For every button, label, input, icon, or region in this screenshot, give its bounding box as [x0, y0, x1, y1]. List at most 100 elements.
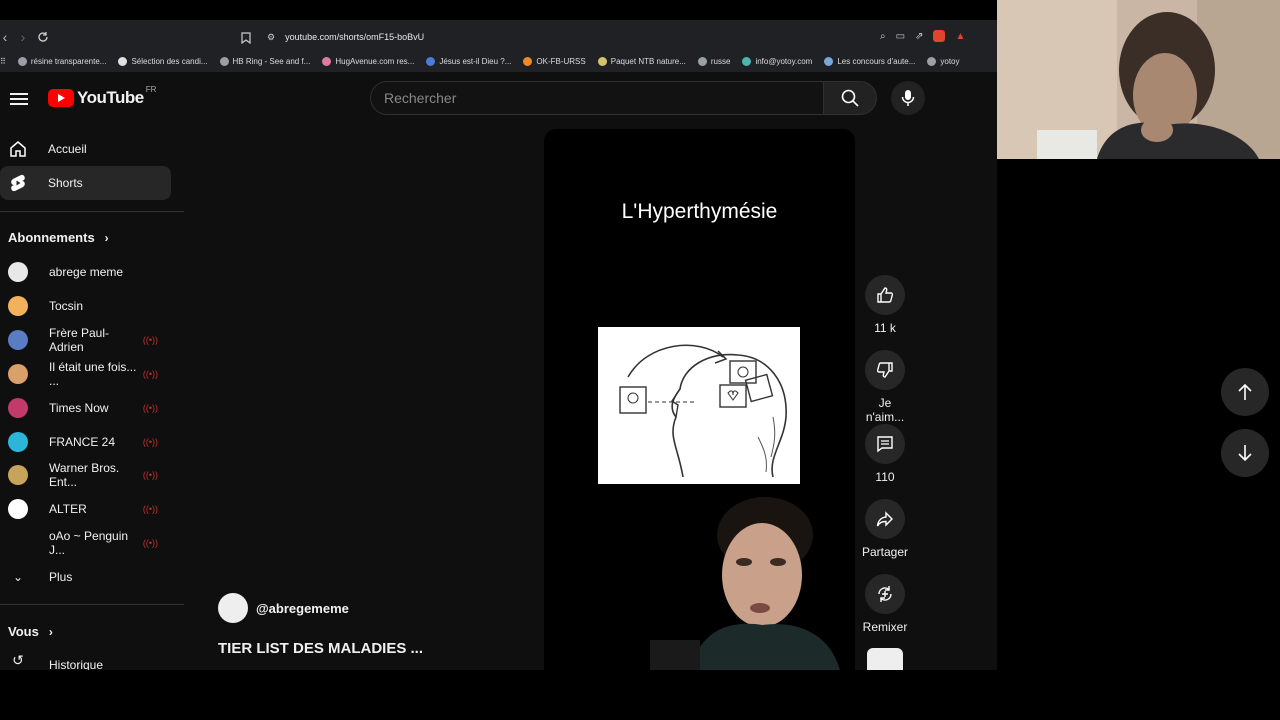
brave-shield-icon[interactable]: [933, 30, 946, 42]
divider: [0, 604, 184, 605]
bookmark-label: Jésus est-il Dieu ?...: [439, 56, 512, 66]
bookmark-item[interactable]: OK-FB-URSS: [523, 56, 586, 66]
subscription-item[interactable]: Warner Bros. Ent... ((•)): [8, 461, 176, 490]
comment-icon: [865, 424, 905, 464]
bookmark-item[interactable]: résine transparente...: [17, 56, 106, 66]
search-icon: [841, 89, 859, 107]
sidebar-item-label: Shorts: [48, 176, 83, 190]
live-icon: ((•)): [142, 368, 158, 379]
microphone-icon: [901, 90, 915, 106]
live-icon: ((•)): [142, 334, 158, 345]
channel-avatar: [8, 295, 28, 316]
subscription-item[interactable]: oAo ~ Penguin J... ((•)): [8, 529, 176, 558]
back-icon[interactable]: ‹: [0, 28, 14, 46]
bookmark-label: Sélection des candi...: [131, 56, 208, 66]
channel-link[interactable]: @abregememe: [218, 593, 349, 623]
subscription-label: ALTER: [49, 502, 87, 517]
bookmark-item[interactable]: Sélection des candi...: [118, 56, 208, 66]
zoom-icon[interactable]: ⌕: [880, 31, 886, 42]
bookmark-label: russe: [710, 56, 731, 66]
search-input[interactable]: Rechercher: [370, 81, 824, 115]
video-overlay-title: L'Hyperthymésie: [621, 200, 778, 223]
share-arrow-icon: [865, 499, 905, 539]
webcam-overlay: [997, 0, 1280, 159]
bookmark-favicon-icon: [17, 56, 27, 66]
bookmark-item[interactable]: HugAvenue.com res...: [322, 56, 414, 66]
voice-search-button[interactable]: [891, 81, 925, 115]
history-icon: ↺: [12, 652, 24, 668]
brave-rewards-icon[interactable]: ▲: [955, 31, 965, 42]
search-button[interactable]: [823, 81, 877, 115]
bookmark-label: Paquet NTB nature...: [610, 56, 686, 66]
youtube-play-icon: [48, 89, 74, 107]
chevron-right-icon: ›: [104, 230, 109, 245]
bookmark-item[interactable]: yotoy: [927, 56, 960, 66]
chevron-right-icon: ›: [48, 624, 53, 639]
bookmark-label: Les concours d'aute...: [837, 56, 916, 66]
subscription-label: Il était une fois... ...: [49, 359, 137, 388]
channel-avatar: [8, 329, 28, 350]
subscription-item[interactable]: Frère Paul-Adrien ((•)): [8, 326, 176, 354]
bookmark-item[interactable]: HB Ring - See and f...: [219, 56, 310, 66]
menu-icon[interactable]: [10, 90, 28, 106]
previous-short-button[interactable]: [1221, 368, 1269, 416]
divider: [0, 211, 184, 212]
subscription-item[interactable]: Tocsin: [8, 293, 176, 319]
cast-icon[interactable]: ▭: [896, 31, 905, 42]
show-more-label: Plus: [49, 570, 73, 584]
comments-button[interactable]: 110: [860, 424, 910, 484]
remix-button[interactable]: Remixer: [860, 574, 910, 634]
bookmark-item[interactable]: Paquet NTB nature...: [597, 56, 686, 66]
comment-count: 110: [875, 470, 895, 484]
chevron-down-icon: ⌄: [12, 570, 24, 584]
subscriptions-header[interactable]: Abonnements ›: [8, 230, 109, 245]
live-icon: ((•)): [142, 470, 158, 481]
sidebar-item-shorts[interactable]: Shorts: [0, 166, 171, 200]
sidebar-item-history[interactable]: ↺ Historique: [8, 652, 176, 670]
channel-avatar: [8, 465, 28, 486]
like-button[interactable]: 11 k: [860, 275, 910, 335]
subscription-item[interactable]: abrege meme: [8, 259, 176, 285]
live-icon: ((•)): [142, 436, 158, 447]
site-settings-icon[interactable]: ⚙: [267, 32, 275, 43]
reload-icon[interactable]: [34, 28, 52, 46]
bookmark-label: yotoy: [940, 56, 960, 66]
subscription-label: FRANCE 24: [49, 434, 116, 449]
sidebar-item-home[interactable]: Accueil: [0, 132, 171, 166]
bookmark-item[interactable]: info@yotoy.com: [742, 56, 812, 66]
thumbs-up-icon: [865, 275, 905, 315]
subscription-item[interactable]: FRANCE 24 ((•)): [8, 429, 176, 455]
bookmark-item[interactable]: Jésus est-il Dieu ?...: [426, 56, 512, 66]
live-icon: ((•)): [142, 538, 158, 549]
subscription-item[interactable]: Times Now ((•)): [8, 395, 176, 421]
subscription-item[interactable]: ALTER ((•)): [8, 496, 176, 522]
you-header[interactable]: Vous ›: [8, 624, 53, 639]
dislike-button[interactable]: Je n'aim...: [860, 350, 910, 424]
channel-avatar: [8, 533, 28, 554]
bookmark-favicon-icon: [322, 56, 332, 66]
subscription-label: Warner Bros. Ent...: [49, 461, 120, 490]
youtube-logo[interactable]: YouTube FR: [48, 85, 156, 108]
bookmark-favicon-icon: [219, 56, 229, 66]
bookmark-favicon-icon: [824, 56, 834, 66]
subscription-label: oAo ~ Penguin J...: [49, 529, 129, 558]
dislike-label: Je n'aim...: [865, 396, 905, 424]
browser-actions: ⌕ ▭ ⇗ ▲: [880, 30, 965, 42]
next-short-button[interactable]: [1221, 429, 1269, 477]
url-text: youtube.com/shorts/omF15-boBvU: [285, 32, 425, 42]
live-icon: ((•)): [142, 504, 158, 515]
brain-illustration: [598, 327, 800, 484]
bookmark-item[interactable]: Les concours d'aute...: [824, 56, 916, 66]
subscription-item[interactable]: Il était une fois... ... ((•)): [8, 359, 176, 388]
apps-icon[interactable]: ⠿: [0, 57, 6, 66]
share-button[interactable]: Partager: [860, 499, 910, 559]
forward-icon[interactable]: ›: [14, 28, 32, 46]
live-icon: ((•)): [142, 402, 158, 413]
subscription-label: Times Now: [49, 400, 109, 415]
video-title[interactable]: TIER LIST DES MALADIES ...: [218, 640, 423, 657]
bookmark-item[interactable]: russe: [697, 56, 731, 66]
share-icon[interactable]: ⇗: [915, 31, 923, 42]
share-label: Partager: [861, 545, 909, 559]
show-more-button[interactable]: ⌄ Plus: [8, 564, 176, 590]
sound-thumbnail[interactable]: [867, 648, 903, 670]
